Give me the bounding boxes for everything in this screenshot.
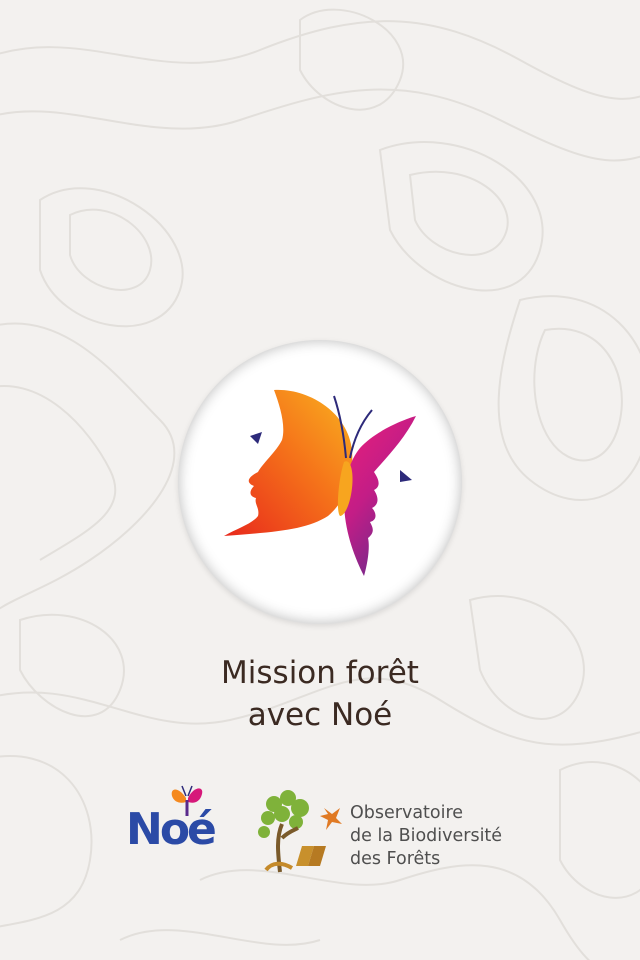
app-logo-circle bbox=[178, 340, 462, 624]
obf-name-line1: Observatoire bbox=[350, 803, 464, 823]
noe-wordmark: Noé bbox=[126, 804, 217, 855]
noe-partner-logo: Noé bbox=[124, 784, 228, 858]
obf-partner-logo: Observatoire de la Biodiversité des Forê… bbox=[252, 788, 542, 874]
app-title-line2: avec Noé bbox=[247, 697, 393, 733]
app-title: Mission forêt avec Noé bbox=[0, 652, 640, 736]
app-title-line1: Mission forêt bbox=[221, 655, 419, 691]
tree-icon bbox=[258, 790, 342, 873]
obf-name-line3: des Forêts bbox=[350, 849, 441, 869]
obf-name: Observatoire de la Biodiversité des Forê… bbox=[350, 802, 502, 871]
butterfly-faces-logo-icon bbox=[224, 389, 416, 576]
obf-name-line2: de la Biodiversité bbox=[350, 826, 503, 846]
